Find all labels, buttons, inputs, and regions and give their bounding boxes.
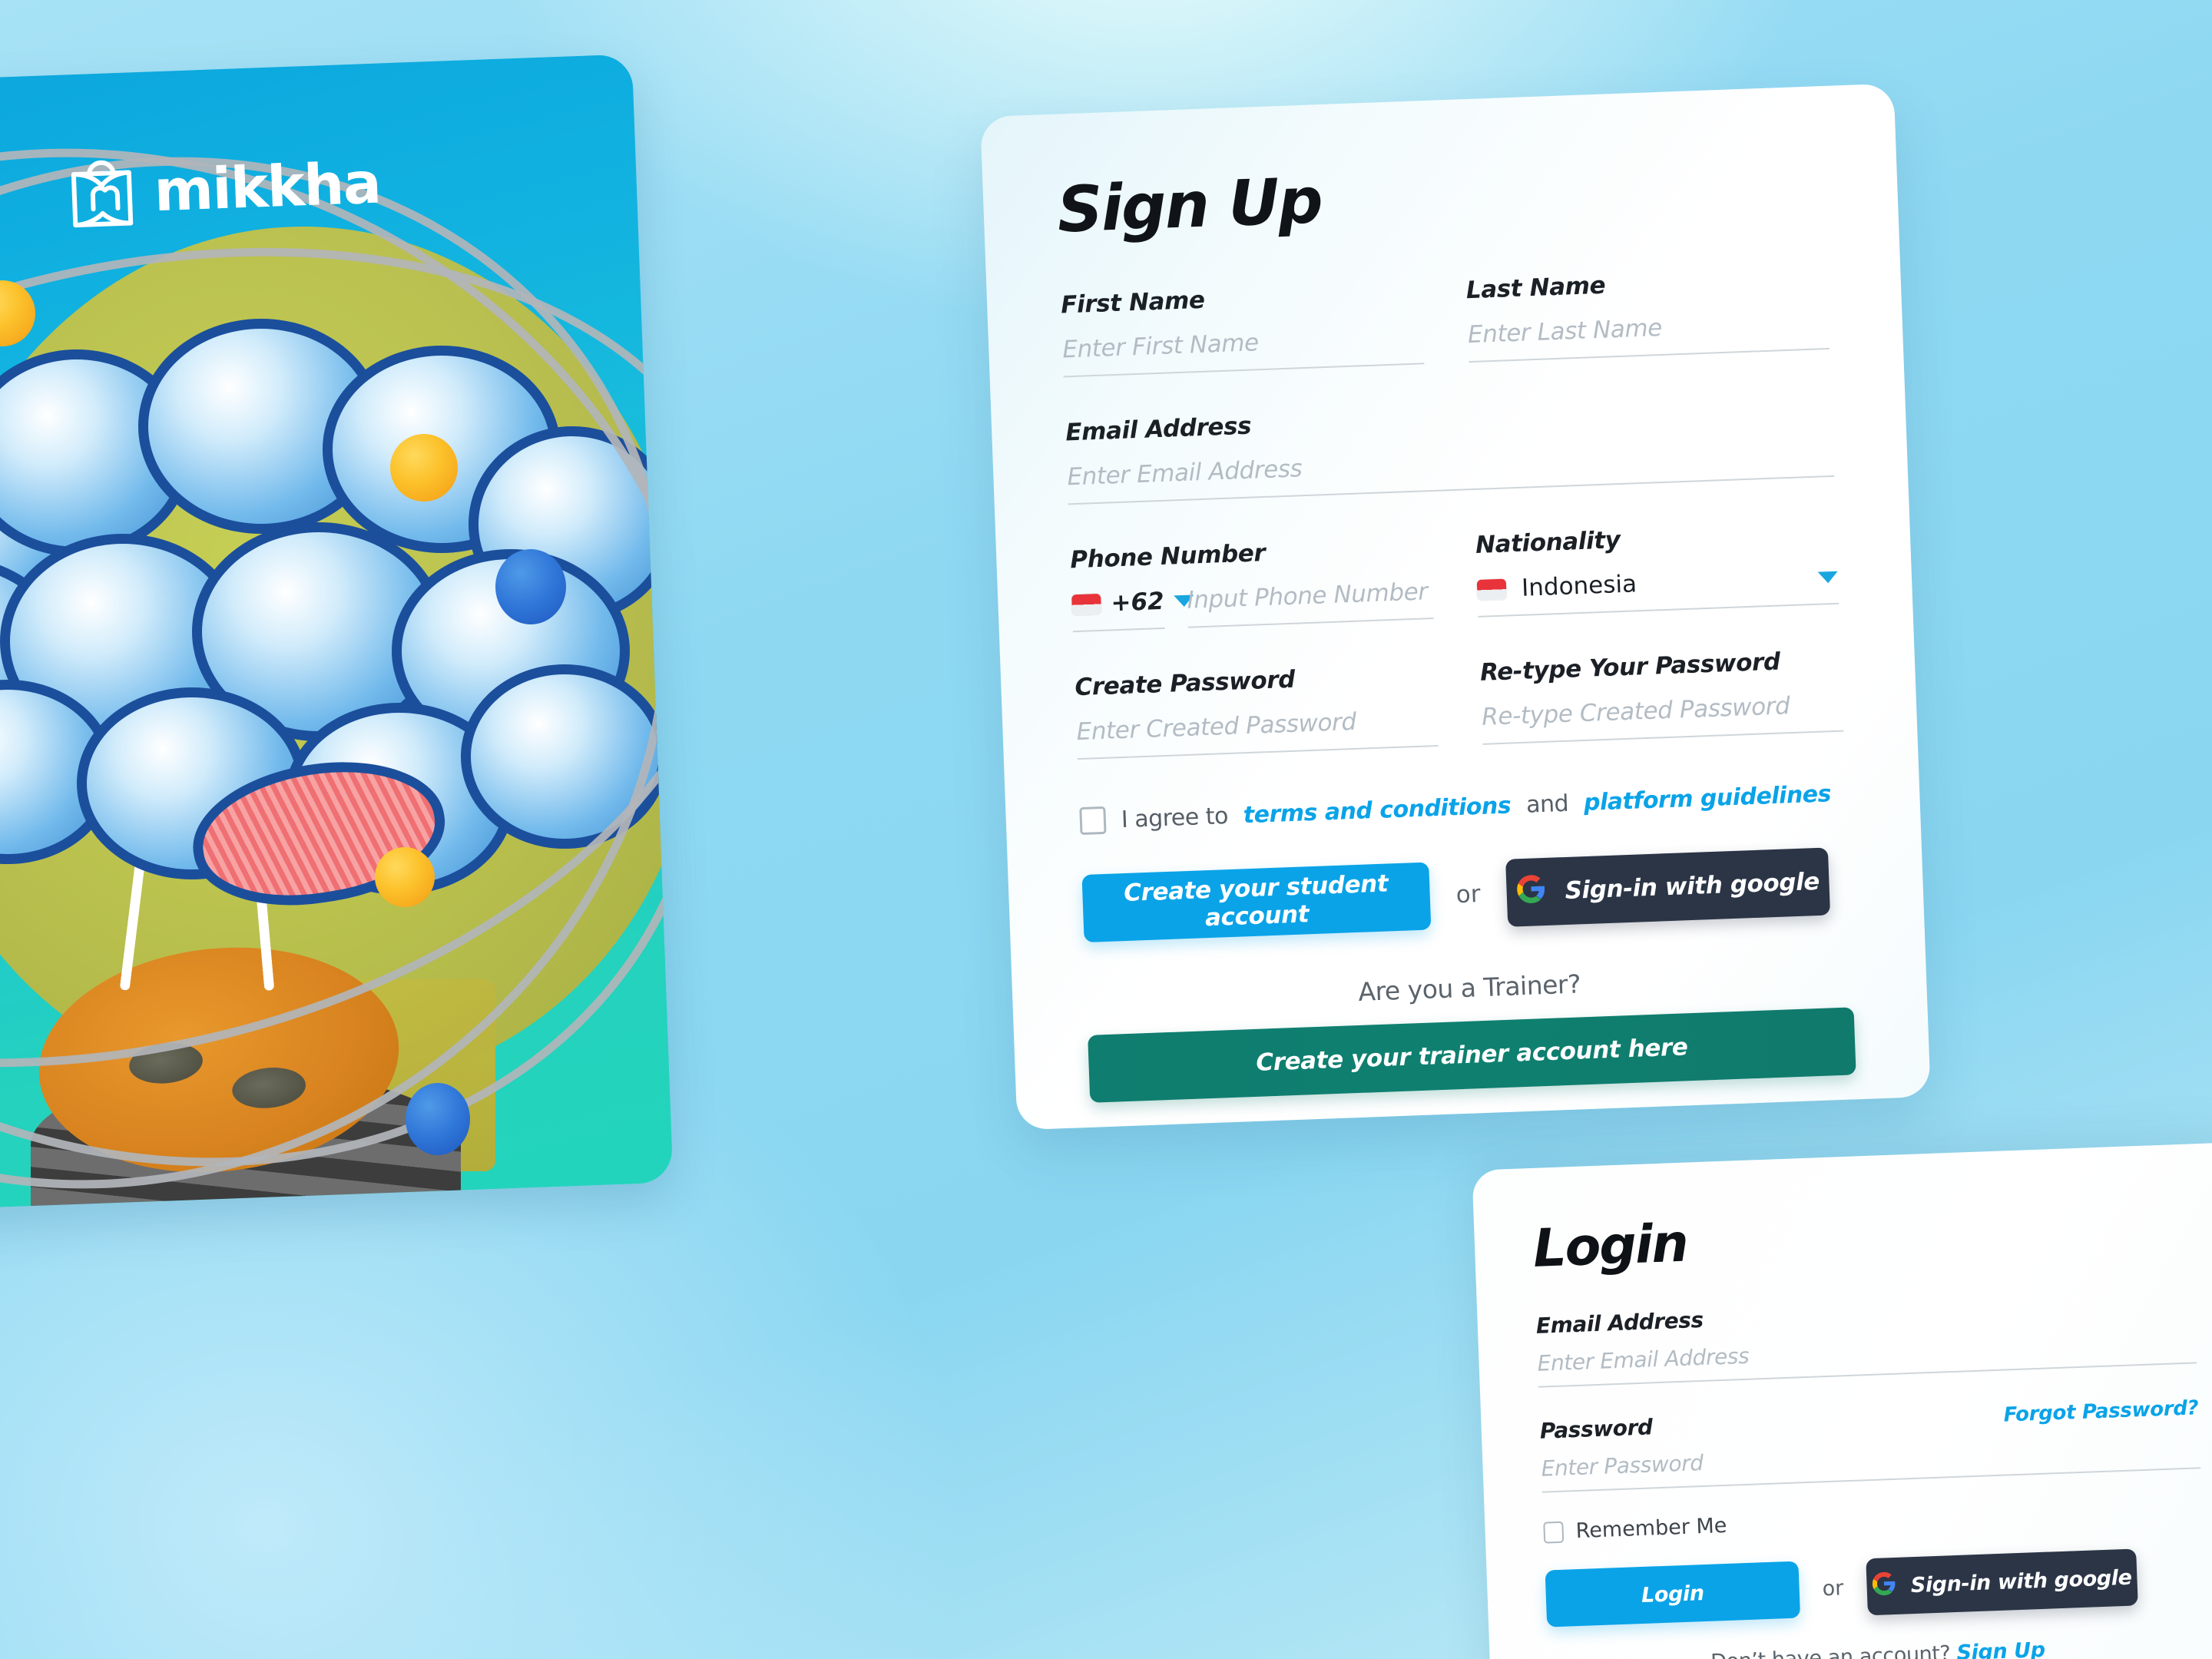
login-password-field: Password Forgot Password? Enter Password (1539, 1394, 2201, 1493)
first-name-input[interactable]: Enter First Name (1061, 323, 1425, 378)
remember-me-label: Remember Me (1575, 1513, 1727, 1544)
login-title: Login (1532, 1213, 1688, 1280)
login-email-field: Email Address Enter Email Address (1535, 1289, 2197, 1388)
first-name-label: First Name (1060, 286, 1206, 320)
chevron-down-icon (1817, 571, 1839, 584)
signup-card: Sign Up First Name Enter First Name Last… (980, 83, 1931, 1131)
signup-title: Sign Up (1056, 164, 1323, 247)
atom-electron (495, 549, 566, 624)
signup-form: Sign Up First Name Enter First Name Last… (980, 84, 1931, 1131)
create-trainer-account-button[interactable]: Create your trainer account here (1088, 1007, 1856, 1103)
email-field: Email Address Enter Email Address (1065, 391, 1835, 505)
flag-indonesia-icon (1476, 578, 1507, 601)
phone-number-field: Phone Number +62 Input Phone Number (1069, 533, 1434, 633)
signup-link[interactable]: Sign Up (1956, 1638, 2045, 1659)
terms-checkbox[interactable] (1079, 806, 1107, 836)
atom-electron (390, 434, 459, 502)
google-signin-button[interactable]: Sign-in with google (1865, 1548, 2138, 1616)
terms-middle-text: and (1525, 790, 1569, 819)
phone-input-group: +62 Input Phone Number (1071, 578, 1434, 633)
terms-and-conditions-link[interactable]: terms and conditions (1243, 792, 1512, 829)
country-code-selector[interactable]: +62 (1071, 587, 1194, 633)
create-student-account-button[interactable]: Create your student account (1081, 862, 1432, 943)
atom-electron (405, 1083, 470, 1155)
email-row: Email Address Enter Email Address (1065, 391, 1835, 505)
phone-number-input[interactable]: Input Phone Number (1186, 578, 1434, 628)
nationality-label: Nationality (1475, 526, 1621, 559)
nationality-select[interactable]: Indonesia (1476, 562, 1839, 618)
confirm-password-field: Re-type Your Password Re-type Created Pa… (1480, 646, 1844, 745)
signup-prompt: Don’t have an account? Sign Up (1548, 1632, 2208, 1659)
flag-indonesia-icon (1071, 593, 1102, 615)
or-separator-label: or (1455, 880, 1482, 909)
atom-electron (375, 847, 435, 907)
remember-me-row: Remember Me (1543, 1496, 2203, 1544)
login-password-label: Password (1539, 1414, 1654, 1444)
google-signin-label: Sign-in with google (1564, 867, 1820, 906)
brand-logo[interactable]: mikkha (65, 147, 382, 232)
google-signin-button[interactable]: Sign-in with google (1505, 847, 1830, 927)
password-row: Create Password Enter Created Password R… (1075, 646, 1844, 760)
first-name-field: First Name Enter First Name (1060, 278, 1425, 378)
confirm-password-input[interactable]: Re-type Created Password (1481, 690, 1844, 745)
create-password-label: Create Password (1074, 665, 1296, 702)
remember-me-checkbox[interactable] (1543, 1521, 1565, 1544)
book-bag-logo-icon (65, 155, 138, 231)
login-card: Login Email Address Enter Email Address … (1472, 1141, 2212, 1659)
login-button[interactable]: Login (1545, 1561, 1801, 1628)
login-password-input[interactable]: Enter Password (1541, 1432, 2201, 1493)
hero-illustration-canvas (0, 54, 674, 1221)
nationality-value: Indonesia (1521, 570, 1637, 602)
google-signin-label: Sign-in with google (1910, 1565, 2132, 1598)
email-label: Email Address (1065, 412, 1252, 447)
signup-prompt-text: Don’t have an account? (1710, 1641, 1951, 1659)
forgot-password-link[interactable]: Forgot Password? (2003, 1396, 2199, 1426)
signup-actions-row: Create your student account or Sign-in w… (1081, 846, 1850, 943)
terms-agreement-row: I agree to terms and conditions and plat… (1079, 780, 1846, 836)
confirm-password-label: Re-type Your Password (1479, 647, 1781, 687)
hero-illustration-panel: mikkha (0, 54, 674, 1221)
nationality-field: Nationality Indonesia (1475, 518, 1839, 618)
platform-guidelines-link[interactable]: platform guidelines (1583, 780, 1831, 816)
last-name-field: Last Name Enter Last Name (1465, 263, 1830, 363)
terms-prefix-text: I agree to (1121, 802, 1229, 833)
create-password-input[interactable]: Enter Created Password (1075, 704, 1439, 760)
google-g-icon (1871, 1571, 1897, 1602)
google-g-icon (1515, 873, 1548, 911)
email-input[interactable]: Enter Email Address (1066, 435, 1835, 505)
create-password-field: Create Password Enter Created Password (1075, 661, 1439, 760)
phone-nationality-row: Phone Number +62 Input Phone Number Nati… (1069, 518, 1839, 633)
trainer-question: Are you a Trainer? (1357, 969, 1581, 1007)
or-separator-label: or (1822, 1575, 1844, 1601)
app-root: mikkha Sign Up First Name Enter First Na… (0, 0, 2212, 1659)
country-code-value: +62 (1110, 587, 1165, 618)
name-row: First Name Enter First Name Last Name En… (1060, 263, 1830, 378)
last-name-label: Last Name (1465, 271, 1606, 305)
last-name-input[interactable]: Enter Last Name (1467, 307, 1830, 363)
login-actions-row: Login or Sign-in with google (1545, 1546, 2206, 1628)
login-form: Login Email Address Enter Email Address … (1472, 1142, 2212, 1659)
phone-number-label: Phone Number (1069, 539, 1266, 575)
brand-name: mikkha (153, 150, 382, 225)
login-email-input[interactable]: Enter Email Address (1537, 1326, 2197, 1388)
